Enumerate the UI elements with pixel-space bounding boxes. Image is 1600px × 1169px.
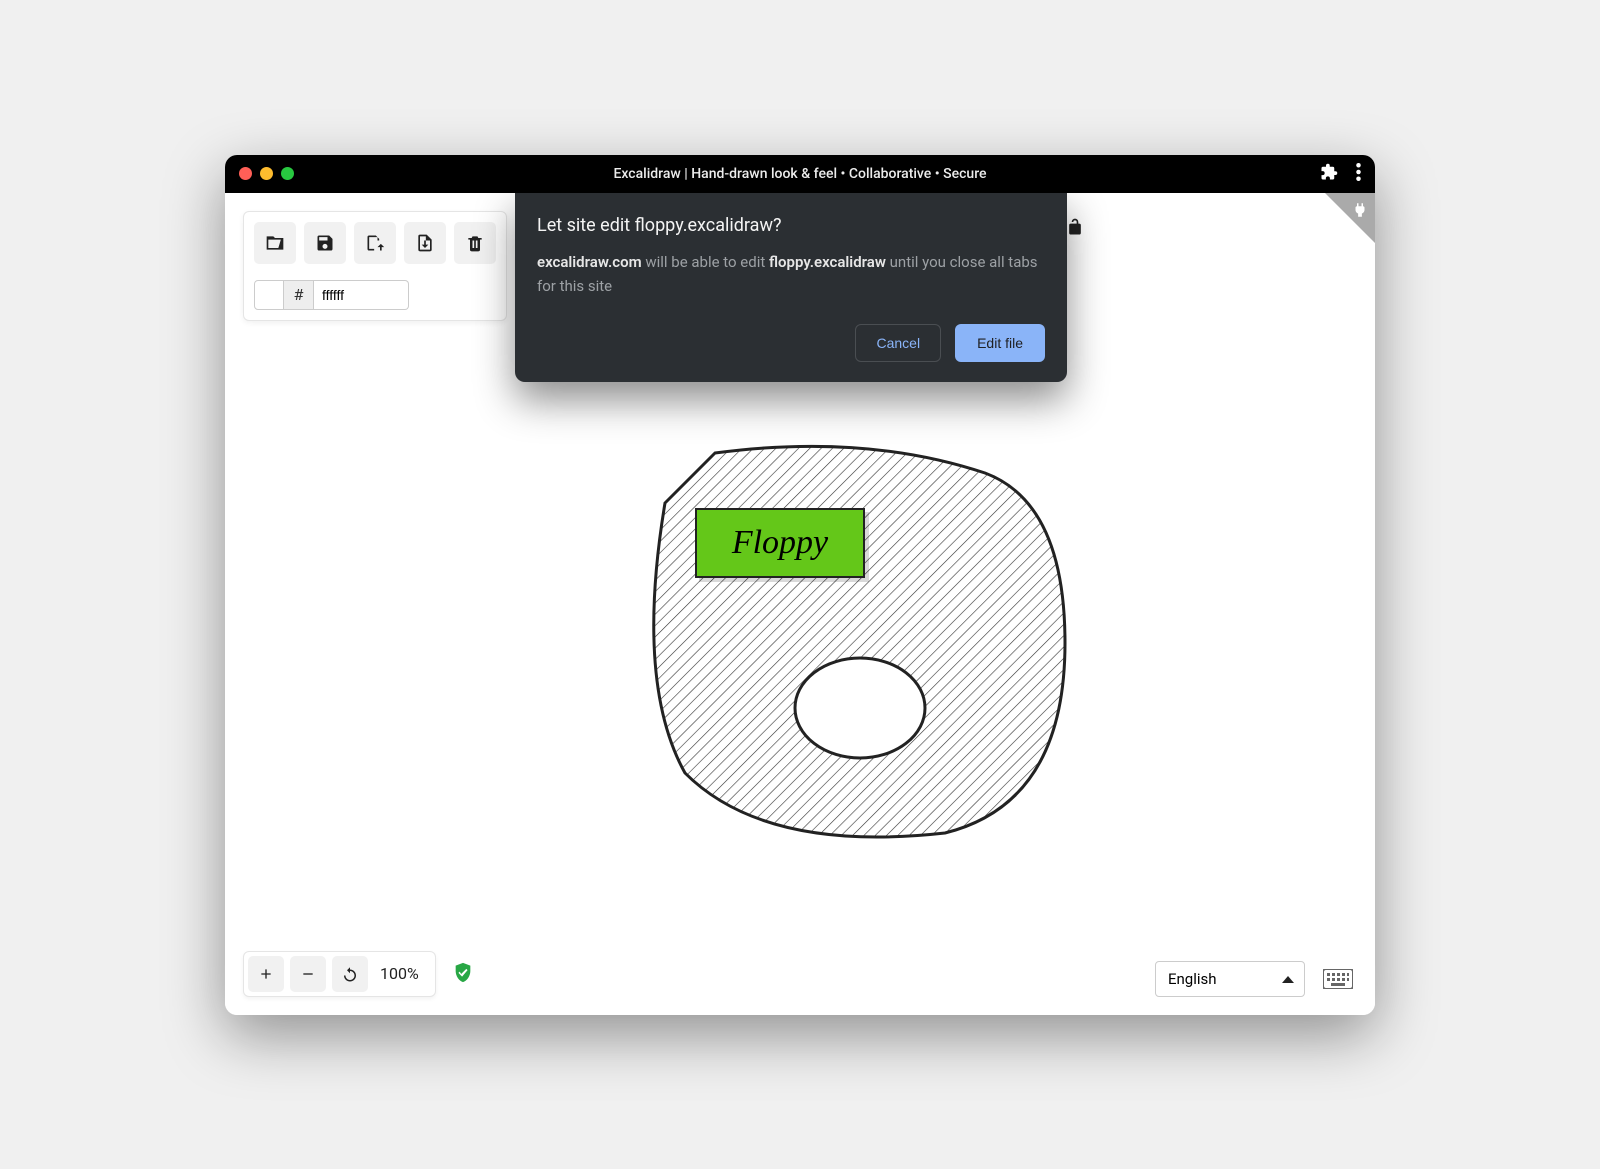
language-label: English [1168, 970, 1217, 988]
edit-file-button[interactable]: Edit file [955, 324, 1045, 362]
dialog-text-1: will be able to edit [642, 253, 769, 271]
caret-up-icon [1282, 970, 1294, 988]
window-controls [239, 167, 294, 180]
bottom-left-bar: 100% [243, 951, 474, 997]
cancel-button[interactable]: Cancel [855, 324, 941, 362]
zoom-controls: 100% [243, 951, 436, 997]
titlebar-right [1320, 163, 1361, 185]
browser-menu-icon[interactable] [1356, 163, 1361, 185]
page-title: Excalidraw | Hand-drawn look & feel • Co… [613, 166, 986, 182]
dialog-site: excalidraw.com [537, 253, 642, 271]
dialog-filename: floppy.excalidraw [769, 253, 886, 271]
close-window-button[interactable] [239, 167, 252, 180]
zoom-out-button[interactable] [290, 956, 326, 992]
floppy-label: Floppy [695, 508, 865, 578]
keyboard-icon[interactable] [1319, 965, 1357, 993]
bottom-right-bar: English [1155, 961, 1357, 997]
dialog-title: Let site edit floppy.excalidraw? [537, 215, 1045, 236]
zoom-reset-button[interactable] [332, 956, 368, 992]
app-body: # Flop [225, 193, 1375, 1015]
encryption-shield-icon[interactable] [452, 961, 474, 987]
zoom-in-button[interactable] [248, 956, 284, 992]
titlebar: Excalidraw | Hand-drawn look & feel • Co… [225, 155, 1375, 193]
zoom-level[interactable]: 100% [368, 964, 431, 983]
permission-dialog: Let site edit floppy.excalidraw? excalid… [515, 193, 1067, 382]
dialog-body: excalidraw.com will be able to edit flop… [537, 250, 1045, 298]
extensions-icon[interactable] [1320, 163, 1338, 185]
dialog-actions: Cancel Edit file [537, 324, 1045, 362]
floppy-drawing [645, 443, 1075, 843]
app-window: Excalidraw | Hand-drawn look & feel • Co… [225, 155, 1375, 1015]
language-select[interactable]: English [1155, 961, 1305, 997]
maximize-window-button[interactable] [281, 167, 294, 180]
minimize-window-button[interactable] [260, 167, 273, 180]
